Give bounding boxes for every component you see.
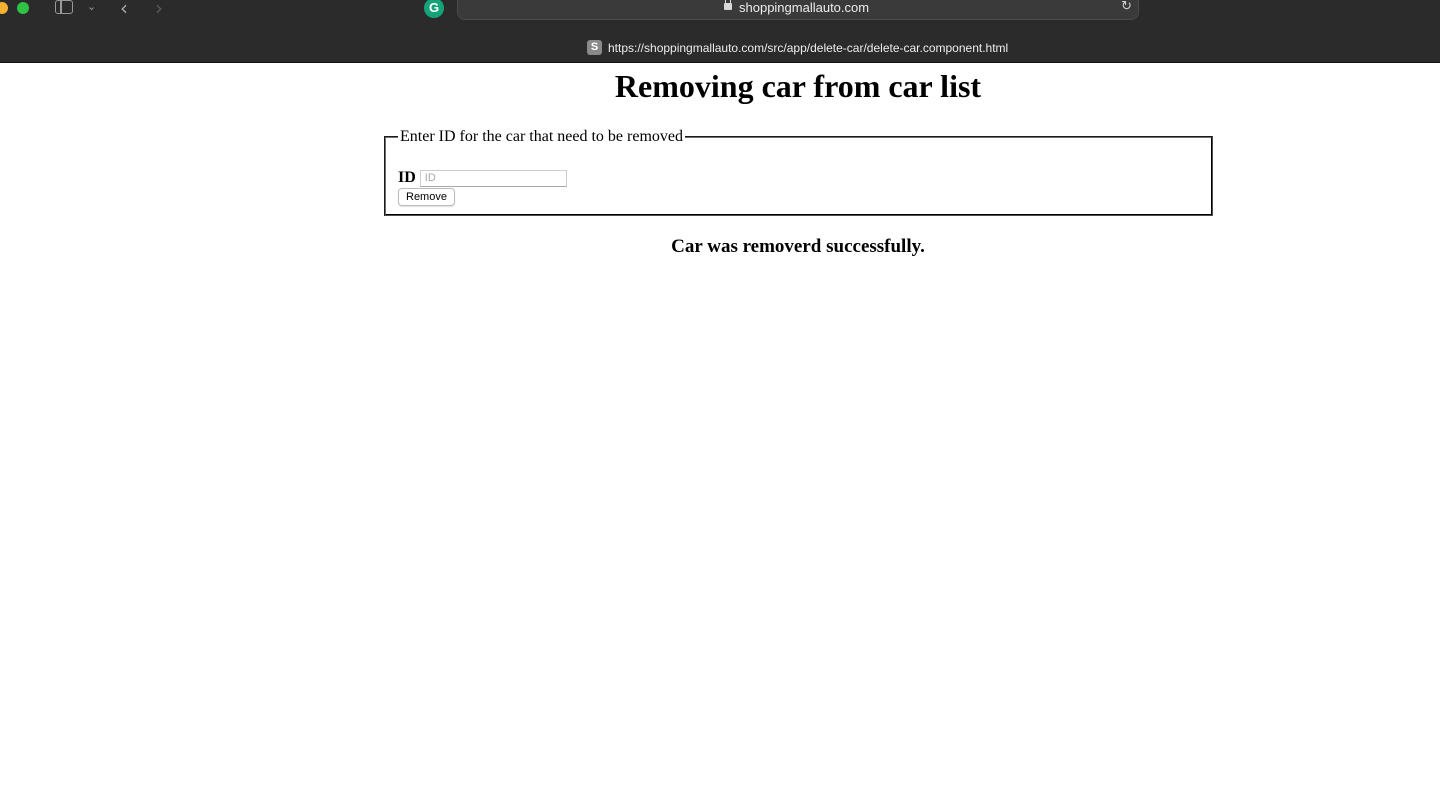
back-icon[interactable]: ‹ [120,0,128,20]
lock-icon [724,0,732,10]
status-message: Car was removerd successfully. [671,236,925,257]
chevron-down-icon[interactable]: ⌄ [87,0,96,13]
id-label: ID [398,169,416,186]
grammarly-extension-icon[interactable]: G [424,0,444,18]
address-bar[interactable]: shoppingmallauto.com ↻ [457,0,1139,20]
form-legend: Enter ID for the car that need to be rem… [400,128,683,145]
remove-car-form: Enter ID for the car that need to be rem… [384,128,1213,216]
id-field-row: ID [398,168,567,188]
reload-icon[interactable]: ↻ [1121,0,1132,14]
zoom-window-button[interactable] [17,2,29,14]
remove-button[interactable]: Remove [398,188,455,206]
page-title: Removing car from car list [614,68,982,104]
sidebar-icon[interactable] [55,0,73,14]
forward-icon[interactable]: › [155,0,163,20]
address-bar-domain: shoppingmallauto.com [739,0,870,15]
site-favicon-icon: S [587,40,602,55]
minimize-window-button[interactable] [0,2,8,14]
id-input[interactable] [419,169,567,187]
browser-toolbar: ⌄ ‹ › G shoppingmallauto.com ↻ S https:/… [0,0,1440,63]
tab-url: https://shoppingmallauto.com/src/app/del… [608,41,1009,55]
